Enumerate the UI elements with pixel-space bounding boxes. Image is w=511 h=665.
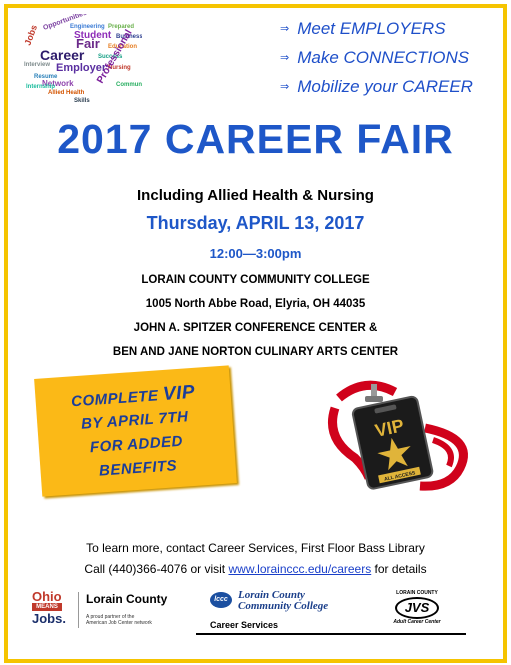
- jvs-mark-icon: JVS: [395, 597, 439, 619]
- contact-info-line: Call (440)366-4076 or visit www.loraincc…: [84, 562, 427, 576]
- vip-badge-icon: VIP ALL ACCESS: [328, 380, 468, 491]
- svg-text:Career: Career: [40, 47, 85, 63]
- event-time: 12:00—3:00pm: [209, 246, 302, 261]
- arrow-icon: ⇒: [280, 23, 290, 35]
- svg-text:Interview: Interview: [24, 62, 50, 68]
- vip-callout: COMPLETE VIP BY APRIL 7TH FOR ADDED BENE…: [34, 365, 237, 497]
- tagline-list: ⇒ Meet EMPLOYERS ⇒ Make CONNECTIONS ⇒ Mobil…: [280, 14, 500, 101]
- lccc-mark-icon: lccc: [210, 592, 232, 608]
- svg-text:Community: Community: [116, 82, 142, 88]
- arrow-icon: ⇒: [280, 81, 290, 93]
- careers-link[interactable]: www.lorainccc.edu/careers: [228, 562, 371, 576]
- event-date: Thursday, APRIL 13, 2017: [146, 213, 365, 233]
- svg-text:Prepared: Prepared: [108, 24, 134, 30]
- address-line: BEN AND JANE NORTON CULINARY ARTS CENTER: [112, 346, 399, 358]
- logo-divider: [78, 592, 79, 628]
- event-title: 2017 CAREER FAIR: [57, 116, 454, 162]
- footer-rule: [196, 633, 466, 635]
- svg-text:Allied Health: Allied Health: [48, 90, 85, 96]
- lorain-county-logo: Lorain County A proud partner of the Ame…: [86, 592, 168, 626]
- svg-text:Skills: Skills: [74, 98, 90, 104]
- tagline-item: ⇒ Meet EMPLOYERS: [280, 18, 446, 38]
- contact-info-line: To learn more, contact Career Services, …: [86, 541, 425, 555]
- jvs-logo: LORAIN COUNTY JVS Adult Career Center: [393, 590, 441, 625]
- tagline-item: ⇒ Make CONNECTIONS: [280, 47, 470, 67]
- vip-callout-line: BENEFITS: [98, 457, 178, 480]
- svg-text:Jobs: Jobs: [22, 24, 39, 47]
- tagline-item: ⇒ Mobilize your CAREER: [280, 76, 473, 96]
- arrow-icon: ⇒: [280, 52, 290, 64]
- address-line: JOHN A. SPITZER CONFERENCE CENTER &: [133, 322, 378, 334]
- ohio-means-jobs-logo: Ohio MEANS Jobs.: [32, 589, 66, 626]
- address-line: 1005 North Abbe Road, Elyria, OH 44035: [145, 298, 366, 310]
- address-line: LORAIN COUNTY COMMUNITY COLLEGE: [141, 274, 370, 286]
- career-word-cloud-graphic: Opportunities Engineering Prepared Stude…: [22, 14, 142, 104]
- svg-text:Internship: Internship: [26, 84, 55, 90]
- event-subtitle: Including Allied Health & Nursing: [137, 187, 374, 204]
